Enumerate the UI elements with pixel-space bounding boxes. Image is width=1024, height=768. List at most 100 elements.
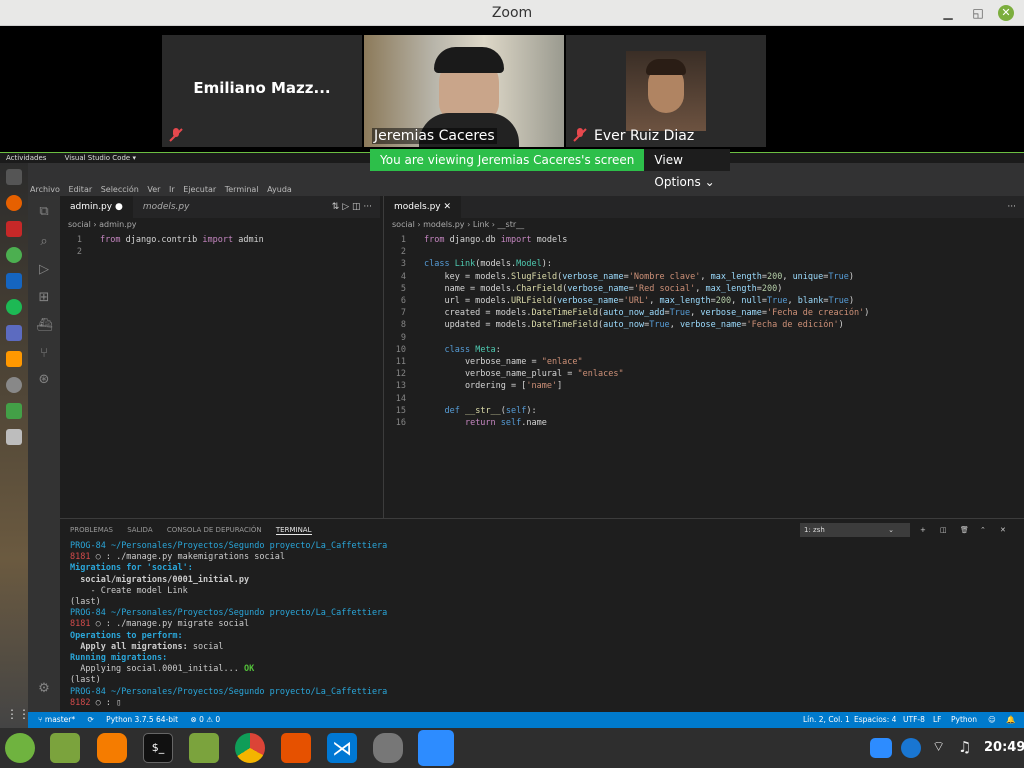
clock[interactable]: 20:49 <box>984 740 1024 755</box>
trash-icon[interactable]: 🗑 <box>960 519 969 541</box>
code-area[interactable]: 1 from django.contrib import admin 2 <box>60 232 380 258</box>
indentation[interactable]: Espacios: 4 <box>854 712 896 728</box>
app-icon[interactable] <box>6 351 22 367</box>
menu-item[interactable]: Ayuda <box>267 185 292 194</box>
split-terminal-icon[interactable]: ◫ <box>940 519 947 541</box>
menu-item[interactable]: Ir <box>169 185 175 194</box>
more-icon[interactable]: ··· <box>1007 196 1016 218</box>
tab-debug-console[interactable]: CONSOLA DE DEPURACIÓN <box>167 526 262 534</box>
dirty-dot-icon[interactable]: ● <box>115 202 123 212</box>
python-interpreter[interactable]: Python 3.7.5 64-bit <box>106 715 178 724</box>
info-icon[interactable] <box>6 169 22 185</box>
mic-muted-icon <box>169 128 183 142</box>
spotify-icon[interactable] <box>6 299 22 315</box>
close-panel-icon[interactable]: ✕ <box>1000 519 1006 541</box>
tab-admin[interactable]: admin.py ● <box>60 196 133 218</box>
explorer-icon[interactable]: ⧉ <box>36 204 52 220</box>
minimize-icon[interactable]: ▁ <box>940 5 956 21</box>
zoom-tray-icon[interactable] <box>870 738 892 758</box>
bell-icon[interactable]: 🔔 <box>1006 712 1015 728</box>
chrome-icon[interactable] <box>6 247 22 263</box>
close-tab-icon[interactable]: ✕ <box>444 202 452 212</box>
menu-item[interactable]: Selección <box>101 185 139 194</box>
add-terminal-icon[interactable]: + <box>920 519 926 541</box>
files-icon[interactable] <box>189 733 219 763</box>
menu-item[interactable]: Ver <box>147 185 160 194</box>
database-icon[interactable] <box>373 733 403 763</box>
terminal-icon[interactable]: $_ <box>143 733 173 763</box>
menu-item[interactable]: Archivo <box>30 185 60 194</box>
presentation-icon[interactable] <box>281 733 311 763</box>
sync-icon[interactable]: ⟳ <box>87 715 93 724</box>
layout-icon[interactable]: ◫ <box>352 202 361 212</box>
participant-tile[interactable]: Emiliano Mazz... <box>162 35 362 147</box>
apps-grid-icon[interactable]: ⋮⋮ <box>6 707 30 723</box>
breadcrumb-item[interactable]: social <box>392 220 415 229</box>
maximize-panel-icon[interactable]: ⌃ <box>980 519 986 541</box>
problems-status[interactable]: ⊗ 0 ⚠ 0 <box>190 715 220 724</box>
participant-tile-active[interactable]: Jeremias Caceres <box>364 35 564 147</box>
terminal-select[interactable]: 1: zsh ⌄ <box>800 523 910 537</box>
encoding[interactable]: UTF-8 <box>903 712 925 728</box>
branch-status[interactable]: ⑂ master* <box>38 715 75 724</box>
screenshot-icon[interactable] <box>6 221 22 237</box>
music-icon[interactable]: ♫ <box>958 738 971 756</box>
breadcrumb-item[interactable]: __str__ <box>498 220 525 229</box>
tab-output[interactable]: SALIDA <box>127 526 152 534</box>
screen-share-banner: You are viewing Jeremias Caceres's scree… <box>370 149 730 189</box>
language-mode[interactable]: Python <box>951 712 977 728</box>
tab-models[interactable]: models.py ✕ <box>384 196 462 218</box>
remote-icon[interactable]: ⊛ <box>36 372 52 388</box>
window-title: Zoom <box>491 5 533 21</box>
feedback-icon[interactable]: ☺ <box>988 712 996 728</box>
menu-item[interactable]: Ejecutar <box>183 185 216 194</box>
more-icon[interactable]: ··· <box>363 202 372 212</box>
tab-models[interactable]: models.py <box>133 196 200 218</box>
cursor-position[interactable]: Lín. 2, Col. 1 <box>803 712 850 728</box>
chrome-icon[interactable] <box>235 733 265 763</box>
split-icon[interactable]: ⇅ <box>332 202 340 212</box>
panel-tabs: PROBLEMAS SALIDA CONSOLA DE DEPURACIÓN T… <box>60 519 1024 541</box>
run-icon[interactable]: ▷ <box>342 202 349 212</box>
menu-item[interactable]: Terminal <box>225 185 259 194</box>
wifi-icon[interactable]: ⌔ <box>932 738 945 756</box>
restore-icon[interactable]: ◱ <box>970 5 986 21</box>
tab-problems[interactable]: PROBLEMAS <box>70 526 113 534</box>
docker-icon[interactable]: ⛴ <box>36 318 53 334</box>
folder-icon[interactable] <box>50 733 80 763</box>
terminal-select-label: 1: zsh <box>804 526 825 534</box>
text-editor-icon[interactable] <box>6 273 22 289</box>
mic-muted-icon <box>573 128 587 142</box>
view-options-button[interactable]: View Options ⌄ <box>644 149 730 189</box>
app-menu[interactable]: Visual Studio Code ▾ <box>65 154 136 162</box>
participant-tile[interactable]: Ever Ruiz Diaz <box>566 35 766 147</box>
files-icon[interactable] <box>6 429 22 445</box>
eol[interactable]: LF <box>933 712 942 728</box>
firefox-icon[interactable] <box>6 195 22 211</box>
extensions-icon[interactable]: ⊞ <box>36 290 52 306</box>
spreadsheet-icon[interactable] <box>6 403 22 419</box>
breadcrumb-item[interactable]: admin.py <box>99 220 136 229</box>
menu-item[interactable]: Editar <box>68 185 92 194</box>
source-control-icon[interactable]: ⑂ <box>36 346 52 362</box>
view-options-label: View Options <box>654 153 701 189</box>
code-area[interactable]: 1 from django.db import models 2 3 class Lin… <box>384 232 1024 429</box>
breadcrumb-item[interactable]: models.py <box>423 220 464 229</box>
mint-menu-icon[interactable] <box>5 733 35 763</box>
app-icon[interactable] <box>6 325 22 341</box>
breadcrumb-item[interactable]: social <box>68 220 91 229</box>
vscode-icon[interactable]: ⋊ <box>327 733 357 763</box>
settings-icon[interactable] <box>6 377 22 393</box>
tab-terminal[interactable]: TERMINAL <box>275 526 312 535</box>
video-feed <box>626 51 706 131</box>
run-debug-icon[interactable]: ▷ <box>36 262 52 278</box>
breadcrumb-item[interactable]: Link <box>473 220 489 229</box>
zoom-icon[interactable] <box>418 730 454 766</box>
activities-button[interactable]: Actividades <box>6 154 46 162</box>
terminal-output[interactable]: PROG-84 ~/Personales/Proyectos/Segundo p… <box>60 541 1024 709</box>
shield-icon[interactable] <box>901 738 921 758</box>
search-icon[interactable]: ⌕ <box>36 234 52 250</box>
gear-icon[interactable]: ⚙ <box>36 681 52 697</box>
firefox-icon[interactable] <box>97 733 127 763</box>
close-icon[interactable]: ✕ <box>998 5 1014 21</box>
